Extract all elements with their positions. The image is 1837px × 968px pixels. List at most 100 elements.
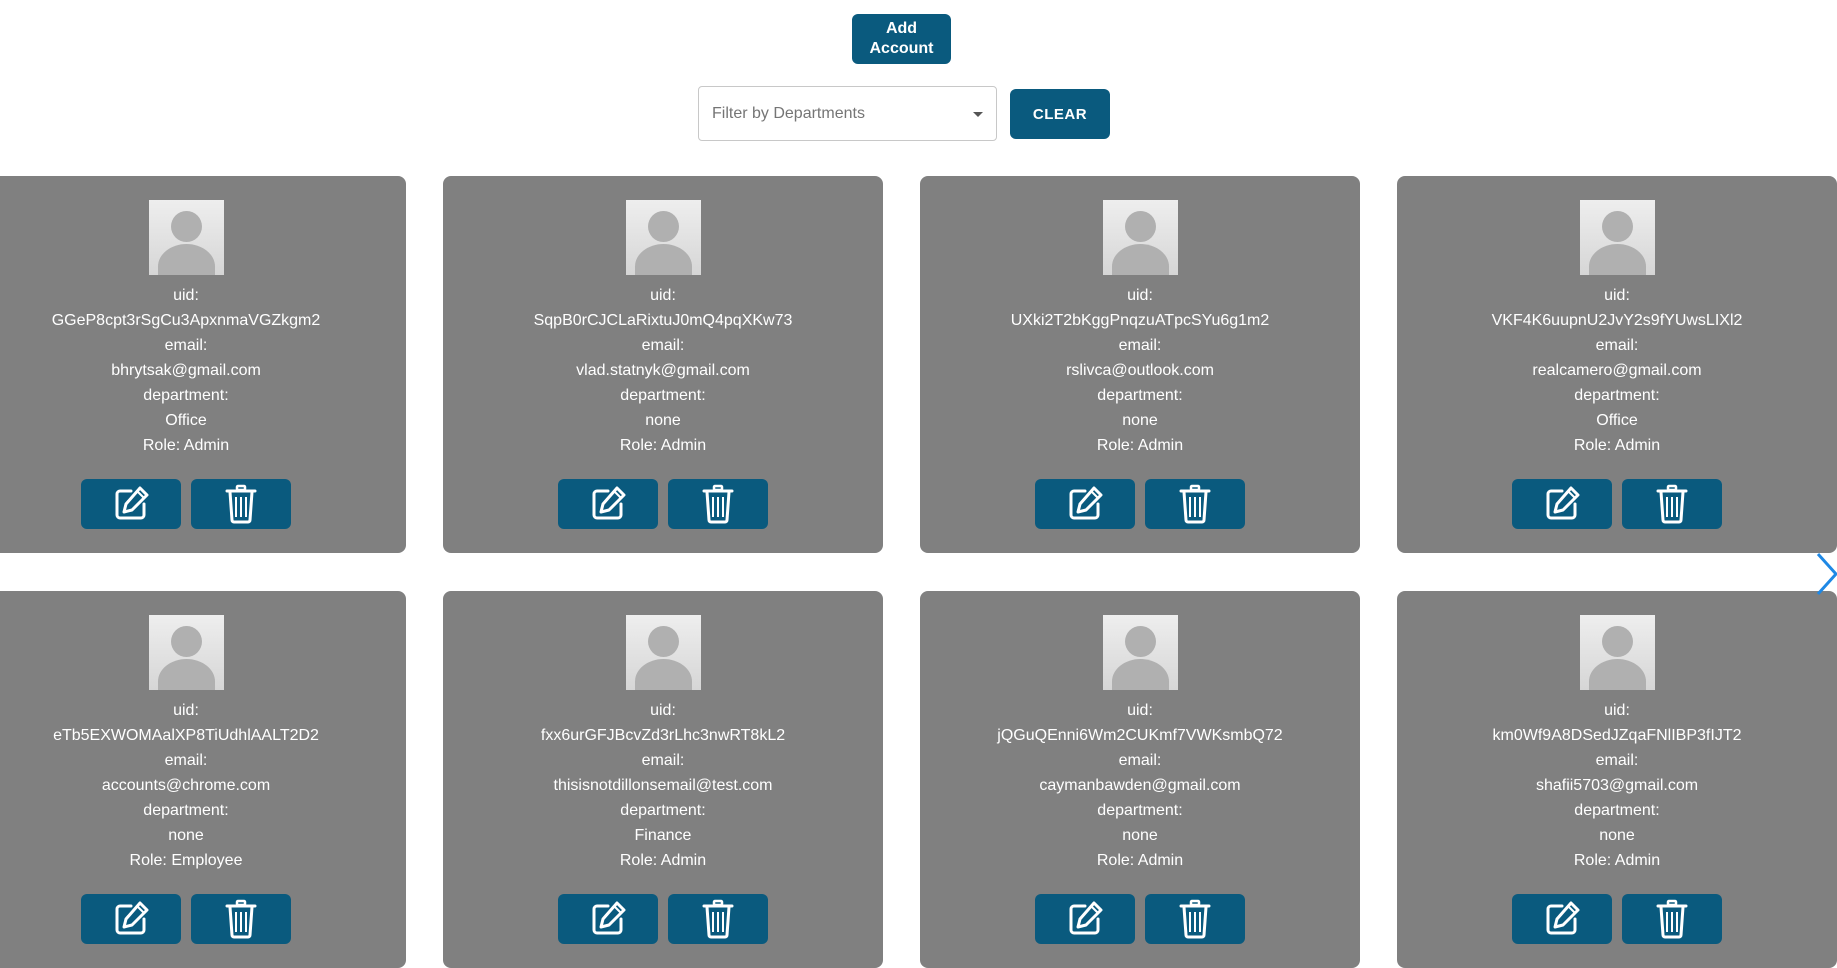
uid-label: uid: [1604,287,1630,304]
account-card: uid: eTb5EXWOMAalXP8TiUdhlAALT2D2 email:… [0,591,406,968]
edit-icon [115,901,149,935]
user-avatar-icon [626,615,701,690]
add-account-button[interactable]: Add Account [852,14,951,64]
delete-account-button[interactable] [1145,479,1245,529]
department-label: department: [143,802,229,819]
edit-account-button[interactable] [81,479,181,529]
delete-account-button[interactable] [1622,894,1722,944]
user-avatar-icon [1103,200,1178,275]
account-card: uid: UXki2T2bKggPnqzuATpcSYu6g1m2 email:… [920,176,1360,553]
user-avatar-icon [1580,200,1655,275]
uid-value: UXki2T2bKggPnqzuATpcSYu6g1m2 [1010,312,1270,329]
user-avatar-icon [1103,615,1178,690]
edit-account-button[interactable] [1512,894,1612,944]
uid-label: uid: [1127,287,1153,304]
account-card: uid: km0Wf9A8DSedJZqaFNlIBP3fIJT2 email:… [1397,591,1837,968]
email-label: email: [164,752,208,769]
uid-value: SqpB0rCJCLaRixtuJ0mQ4pqXKw73 [533,312,793,329]
user-avatar-icon [1580,615,1655,690]
edit-account-button[interactable] [81,894,181,944]
uid-label: uid: [173,702,199,719]
trash-icon [1179,484,1211,524]
edit-account-button[interactable] [1035,894,1135,944]
email-label: email: [1118,337,1162,354]
department-label: department: [620,387,706,404]
role-value: Role: Employee [129,852,243,869]
department-label: department: [1097,802,1183,819]
delete-account-button[interactable] [1145,894,1245,944]
email-label: email: [641,337,685,354]
edit-icon [1546,901,1580,935]
email-value: rslivca@outlook.com [1066,362,1214,379]
email-value: caymanbawden@gmail.com [1039,777,1241,794]
delete-account-button[interactable] [191,894,291,944]
dropdown-caret-icon [973,112,983,117]
email-label: email: [164,337,208,354]
department-filter-select[interactable]: Filter by Departments [698,86,997,141]
delete-account-button[interactable] [191,479,291,529]
trash-icon [1656,484,1688,524]
email-label: email: [1595,337,1639,354]
department-label: department: [1574,802,1660,819]
role-value: Role: Admin [1096,437,1184,454]
role-value: Role: Admin [1573,437,1661,454]
department-value: Office [1596,412,1638,429]
edit-account-button[interactable] [1035,479,1135,529]
email-value: realcamero@gmail.com [1532,362,1702,379]
trash-icon [225,899,257,939]
uid-label: uid: [650,702,676,719]
chevron-right-icon[interactable] [1816,552,1837,596]
account-card: uid: VKF4K6uupnU2JvY2s9fYUwsLIXl2 email:… [1397,176,1837,553]
edit-icon [115,486,149,520]
role-value: Role: Admin [142,437,230,454]
account-card: uid: SqpB0rCJCLaRixtuJ0mQ4pqXKw73 email:… [443,176,883,553]
uid-label: uid: [650,287,676,304]
department-value: none [1599,827,1635,844]
email-value: vlad.statnyk@gmail.com [576,362,750,379]
department-label: department: [1097,387,1183,404]
edit-icon [592,901,626,935]
edit-account-button[interactable] [558,479,658,529]
account-card: uid: jQGuQEnni6Wm2CUKmf7VWKsmbQ72 email:… [920,591,1360,968]
department-label: department: [620,802,706,819]
edit-account-button[interactable] [1512,479,1612,529]
user-avatar-icon [149,200,224,275]
delete-account-button[interactable] [668,479,768,529]
edit-account-button[interactable] [558,894,658,944]
trash-icon [1656,899,1688,939]
role-value: Role: Admin [619,852,707,869]
account-card: uid: fxx6urGFJBcvZd3rLhc3nwRT8kL2 email:… [443,591,883,968]
department-label: department: [1574,387,1660,404]
role-value: Role: Admin [1096,852,1184,869]
uid-value: fxx6urGFJBcvZd3rLhc3nwRT8kL2 [540,727,786,744]
clear-filter-button[interactable]: CLEAR [1010,89,1110,139]
department-value: Finance [634,827,692,844]
role-value: Role: Admin [1573,852,1661,869]
email-label: email: [1595,752,1639,769]
department-value: Office [165,412,207,429]
department-value: none [1122,827,1158,844]
trash-icon [1179,899,1211,939]
delete-account-button[interactable] [1622,479,1722,529]
uid-value: eTb5EXWOMAalXP8TiUdhlAALT2D2 [53,727,319,744]
email-value: bhrytsak@gmail.com [111,362,261,379]
delete-account-button[interactable] [668,894,768,944]
trash-icon [225,484,257,524]
uid-value: GGeP8cpt3rSgCu3ApxnmaVGZkgm2 [51,312,321,329]
uid-value: jQGuQEnni6Wm2CUKmf7VWKsmbQ72 [997,727,1283,744]
uid-value: km0Wf9A8DSedJZqaFNlIBP3fIJT2 [1492,727,1742,744]
edit-icon [1069,486,1103,520]
user-avatar-icon [149,615,224,690]
department-filter-placeholder: Filter by Departments [712,104,865,122]
uid-label: uid: [1127,702,1153,719]
user-avatar-icon [626,200,701,275]
role-value: Role: Admin [619,437,707,454]
department-value: none [645,412,681,429]
edit-icon [1069,901,1103,935]
email-value: shafii5703@gmail.com [1535,777,1699,794]
trash-icon [702,484,734,524]
account-card: uid: GGeP8cpt3rSgCu3ApxnmaVGZkgm2 email:… [0,176,406,553]
email-value: accounts@chrome.com [101,777,271,794]
uid-value: VKF4K6uupnU2JvY2s9fYUwsLIXl2 [1491,312,1743,329]
trash-icon [702,899,734,939]
